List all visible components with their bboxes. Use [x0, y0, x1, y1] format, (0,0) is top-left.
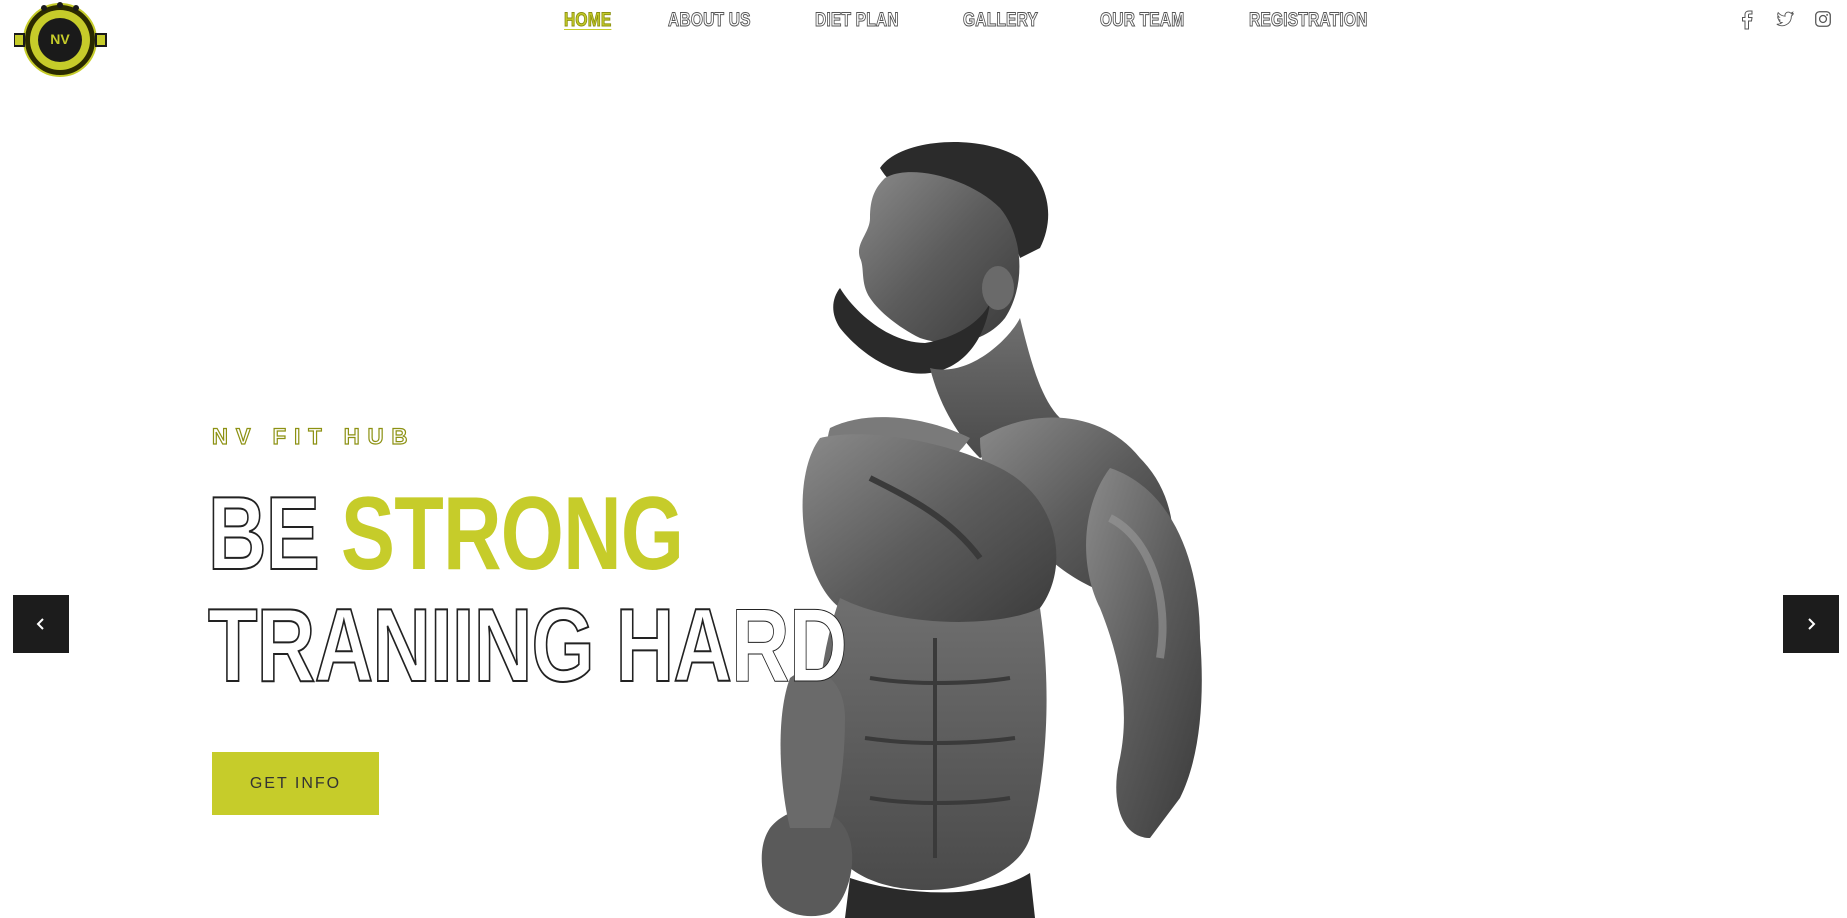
nav-item-gallery[interactable]: GALLERY: [962, 10, 1038, 32]
twitter-icon[interactable]: [1775, 8, 1795, 30]
social-links: [1737, 8, 1833, 30]
nav-item-our-team[interactable]: OUR TEAM: [1100, 10, 1185, 32]
nav-item-about-us[interactable]: ABOUT US: [667, 10, 750, 32]
headline-training: TRANIING HA: [207, 588, 733, 704]
main-nav: HOME ABOUT US DIET PLAN GALLERY OUR TEAM…: [564, 8, 1440, 34]
chevron-left-icon: [36, 618, 44, 630]
carousel-next-button[interactable]: [1783, 595, 1839, 653]
svg-text:NV: NV: [50, 31, 70, 47]
hero-headline-line1: BE STRONG: [207, 476, 847, 592]
headline-hard-end: RD: [731, 588, 848, 704]
hero-eyebrow: NV FIT HUB: [211, 423, 416, 449]
hero-headline-line2: TRANIING HARD: [207, 588, 848, 704]
nav-item-home[interactable]: HOME: [564, 10, 612, 32]
hero-headline: BE STRONG TRANIING HARD: [207, 476, 848, 704]
page: NV HOME ABOUT US DIET PLAN GALLERY OUR T…: [0, 0, 1847, 918]
nav-item-registration[interactable]: REGISTRATION: [1249, 10, 1368, 32]
chevron-right-icon: [1808, 618, 1816, 630]
instagram-icon[interactable]: [1813, 8, 1833, 30]
nav-item-diet-plan[interactable]: DIET PLAN: [814, 10, 898, 32]
headline-be: BE: [207, 476, 320, 592]
carousel-prev-button[interactable]: [13, 595, 69, 653]
facebook-icon[interactable]: [1737, 8, 1757, 30]
logo[interactable]: NV: [14, 0, 110, 84]
headline-strong: STRONG: [340, 476, 684, 592]
get-info-button[interactable]: GET INFO: [212, 752, 379, 815]
